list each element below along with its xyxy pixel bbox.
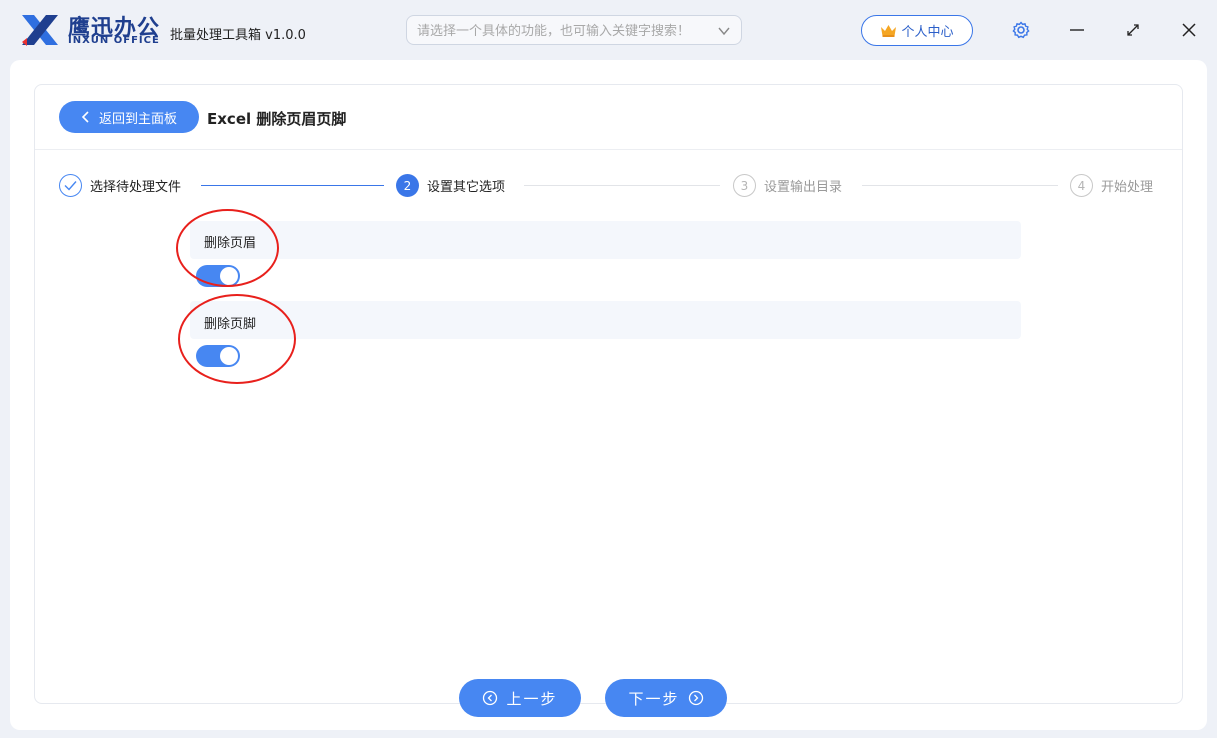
maximize-button[interactable] bbox=[1121, 18, 1145, 42]
page-title: Excel 删除页眉页脚 bbox=[207, 110, 347, 128]
option-label-header: 删除页眉 bbox=[204, 236, 257, 251]
circle-left-icon bbox=[483, 690, 498, 706]
step-label: 设置其它选项 bbox=[427, 180, 506, 195]
step-label: 选择待处理文件 bbox=[90, 180, 182, 195]
step-output-dir: 3 设置输出目录 bbox=[733, 174, 842, 197]
divider bbox=[35, 149, 1182, 150]
app-title: 批量处理工具箱 v1.0.0 bbox=[170, 28, 306, 43]
prev-step-button[interactable]: 上一步 bbox=[459, 679, 581, 717]
step-number: 2 bbox=[396, 174, 419, 197]
step-select-files: 选择待处理文件 bbox=[59, 174, 181, 197]
step-number: 4 bbox=[1070, 174, 1093, 197]
toggle-knob bbox=[220, 347, 238, 365]
gear-icon bbox=[1012, 21, 1030, 39]
step-label: 设置输出目录 bbox=[764, 180, 843, 195]
chevron-down-icon[interactable] bbox=[717, 24, 731, 38]
step-connector bbox=[201, 185, 384, 186]
settings-button[interactable] bbox=[1009, 18, 1033, 42]
logo-x-icon bbox=[22, 15, 58, 46]
step-number: 3 bbox=[733, 174, 756, 197]
crown-icon bbox=[881, 25, 897, 37]
maximize-icon bbox=[1127, 24, 1139, 36]
check-icon bbox=[64, 181, 77, 191]
user-center-label: 个人中心 bbox=[901, 25, 954, 40]
prev-step-label: 上一步 bbox=[506, 689, 558, 708]
next-step-label: 下一步 bbox=[628, 689, 680, 708]
next-step-button[interactable]: 下一步 bbox=[605, 679, 727, 717]
toggle-knob bbox=[220, 267, 238, 285]
search-input[interactable] bbox=[417, 21, 707, 41]
chevron-left-icon bbox=[81, 111, 89, 123]
option-row-footer bbox=[190, 301, 1021, 339]
option-label-footer: 删除页脚 bbox=[204, 317, 257, 332]
delete-header-toggle[interactable] bbox=[196, 265, 240, 287]
search-box[interactable] bbox=[406, 15, 742, 45]
step-connector bbox=[524, 185, 720, 186]
step-other-options: 2 设置其它选项 bbox=[396, 174, 505, 197]
brand-name-en: INXUN OFFICE bbox=[68, 35, 160, 46]
circle-right-icon bbox=[688, 690, 703, 706]
step-start: 4 开始处理 bbox=[1070, 174, 1153, 197]
step-circle bbox=[59, 174, 82, 197]
minimize-icon bbox=[1070, 29, 1084, 31]
user-center-button[interactable]: 个人中心 bbox=[861, 15, 973, 46]
step-connector bbox=[862, 185, 1058, 186]
back-label: 返回到主面板 bbox=[98, 111, 177, 127]
content-card bbox=[34, 84, 1183, 704]
option-row-header bbox=[190, 221, 1021, 259]
delete-footer-toggle[interactable] bbox=[196, 345, 240, 367]
back-to-main-button[interactable]: 返回到主面板 bbox=[59, 101, 199, 133]
title-bar: 鹰迅办公 INXUN OFFICE 批量处理工具箱 v1.0.0 个人中心 bbox=[0, 0, 1217, 60]
close-icon bbox=[1182, 23, 1196, 37]
minimize-button[interactable] bbox=[1065, 18, 1089, 42]
step-label: 开始处理 bbox=[1101, 180, 1154, 195]
close-button[interactable] bbox=[1177, 18, 1201, 42]
